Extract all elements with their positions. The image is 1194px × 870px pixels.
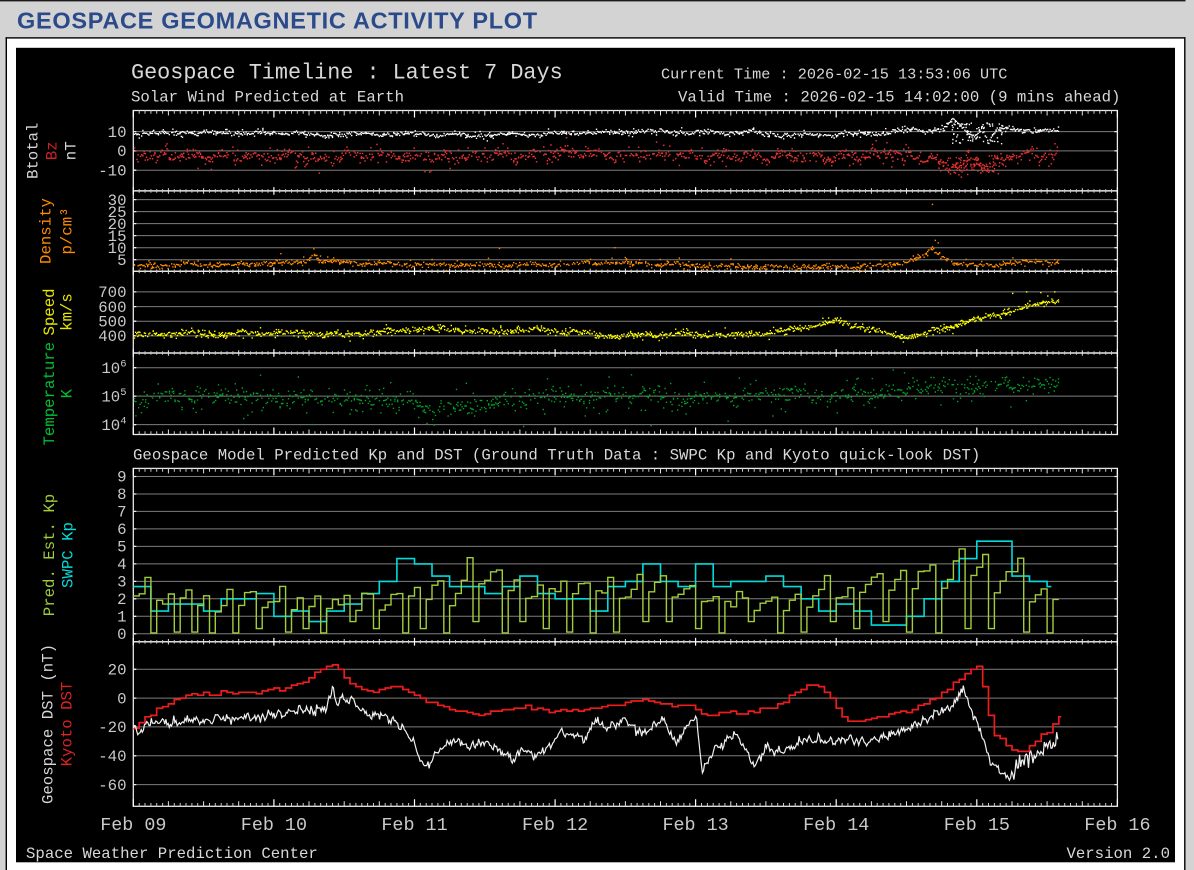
svg-text:Feb 16: Feb 16 bbox=[1084, 815, 1150, 836]
svg-text:-60: -60 bbox=[98, 777, 126, 795]
svg-text:nT: nT bbox=[63, 141, 81, 160]
svg-text:km/s: km/s bbox=[59, 293, 77, 331]
svg-text:5: 5 bbox=[117, 539, 126, 557]
svg-text:-20: -20 bbox=[98, 719, 126, 737]
svg-text:20: 20 bbox=[108, 662, 127, 680]
svg-text:GEOSPACE GEOMAGNETIC ACTIVITY: GEOSPACE GEOMAGNETIC ACTIVITY PLOT bbox=[17, 8, 538, 34]
svg-text:Pred. Est. Kp: Pred. Est. Kp bbox=[41, 494, 59, 616]
svg-text:0: 0 bbox=[117, 626, 126, 644]
svg-text:Geospace DST (nT): Geospace DST (nT) bbox=[40, 644, 58, 804]
svg-text:0: 0 bbox=[117, 690, 126, 708]
svg-text:-40: -40 bbox=[98, 748, 126, 766]
svg-text:8: 8 bbox=[117, 486, 126, 504]
svg-text:Feb 14: Feb 14 bbox=[803, 815, 869, 836]
svg-text:SWPC Kp: SWPC Kp bbox=[60, 522, 78, 588]
svg-text:Version 2.0: Version 2.0 bbox=[1066, 845, 1170, 863]
svg-text:1: 1 bbox=[117, 609, 126, 627]
svg-text:Density: Density bbox=[38, 198, 56, 264]
svg-text:Temperature: Temperature bbox=[41, 342, 59, 446]
svg-text:Space Weather Prediction Cente: Space Weather Prediction Center bbox=[26, 845, 318, 863]
svg-text:Bz: Bz bbox=[44, 141, 62, 160]
svg-text:Solar Wind Predicted at Earth: Solar Wind Predicted at Earth bbox=[131, 89, 404, 107]
svg-text:Btotal: Btotal bbox=[25, 123, 43, 179]
svg-text:Feb 10: Feb 10 bbox=[241, 815, 307, 836]
svg-text:Feb 11: Feb 11 bbox=[381, 815, 447, 836]
svg-text:-10: -10 bbox=[98, 162, 126, 180]
svg-text:Current Time : 2026-02-15 13:5: Current Time : 2026-02-15 13:53:06 UTC bbox=[661, 66, 1007, 84]
svg-text:Speed: Speed bbox=[41, 288, 59, 335]
svg-text:Feb 15: Feb 15 bbox=[944, 815, 1010, 836]
svg-text:400: 400 bbox=[98, 328, 126, 346]
svg-text:3: 3 bbox=[117, 574, 126, 592]
svg-text:0: 0 bbox=[117, 143, 126, 161]
svg-text:Kyoto DST: Kyoto DST bbox=[59, 682, 77, 767]
svg-text:Feb 13: Feb 13 bbox=[662, 815, 728, 836]
svg-text:Geospace Model Predicted Kp an: Geospace Model Predicted Kp and DST (Gro… bbox=[133, 446, 980, 464]
svg-text:2: 2 bbox=[117, 591, 126, 609]
svg-text:Feb 09: Feb 09 bbox=[100, 815, 166, 836]
svg-text:10: 10 bbox=[108, 124, 127, 142]
svg-text:Feb 12: Feb 12 bbox=[522, 815, 588, 836]
svg-text:4: 4 bbox=[117, 556, 126, 574]
svg-text:7: 7 bbox=[117, 504, 126, 522]
svg-text:Valid Time : 2026-02-15 14:02:: Valid Time : 2026-02-15 14:02:00 (9 mins… bbox=[678, 89, 1120, 107]
svg-text:p/cm³: p/cm³ bbox=[59, 207, 77, 254]
svg-text:Geospace Timeline : Latest 7 D: Geospace Timeline : Latest 7 Days bbox=[131, 61, 563, 86]
svg-text:6: 6 bbox=[117, 521, 126, 539]
svg-text:5: 5 bbox=[117, 252, 126, 270]
svg-text:9: 9 bbox=[117, 469, 126, 487]
svg-text:K: K bbox=[59, 388, 77, 398]
